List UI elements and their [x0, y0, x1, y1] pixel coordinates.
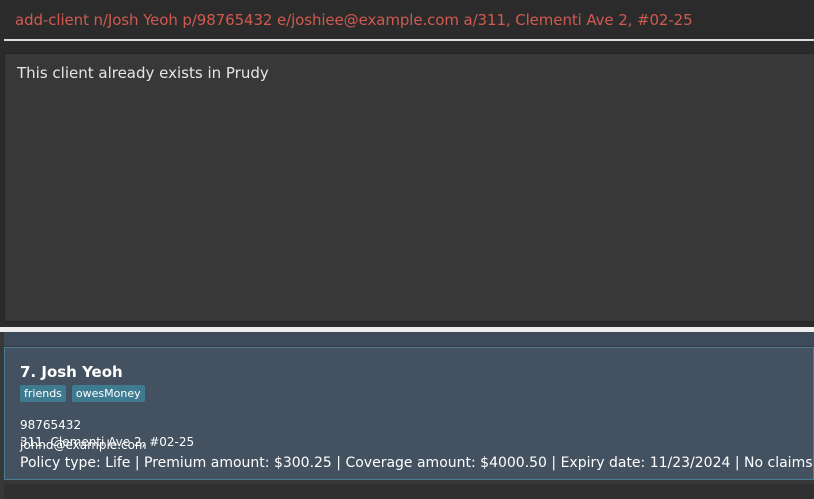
app-window: add-client n/Josh Yeoh p/98765432 e/josh… [0, 0, 814, 499]
client-policy: Policy type: Life | Premium amount: $300… [20, 455, 813, 471]
command-box[interactable]: add-client n/Josh Yeoh p/98765432 e/josh… [4, 0, 814, 41]
client-tag: owesMoney [71, 385, 145, 402]
client-tags: friends owesMoney [20, 385, 145, 402]
result-display[interactable]: This client already exists in Prudy [4, 53, 814, 322]
list-scroll-area [4, 484, 814, 499]
client-card[interactable]: 7. Josh Yeoh friends owesMoney 98765432 … [4, 347, 814, 480]
client-tag: friends [20, 385, 66, 402]
command-input[interactable]: add-client n/Josh Yeoh p/98765432 e/josh… [15, 11, 693, 29]
result-message: This client already exists in Prudy [17, 64, 269, 82]
client-email: johnd@example.com [20, 438, 147, 452]
client-phone: 98765432 [20, 418, 82, 432]
client-list-panel[interactable]: 7. Josh Yeoh friends owesMoney 98765432 … [0, 332, 814, 499]
client-name: 7. Josh Yeoh [20, 363, 123, 381]
previous-client-card[interactable] [4, 332, 814, 346]
